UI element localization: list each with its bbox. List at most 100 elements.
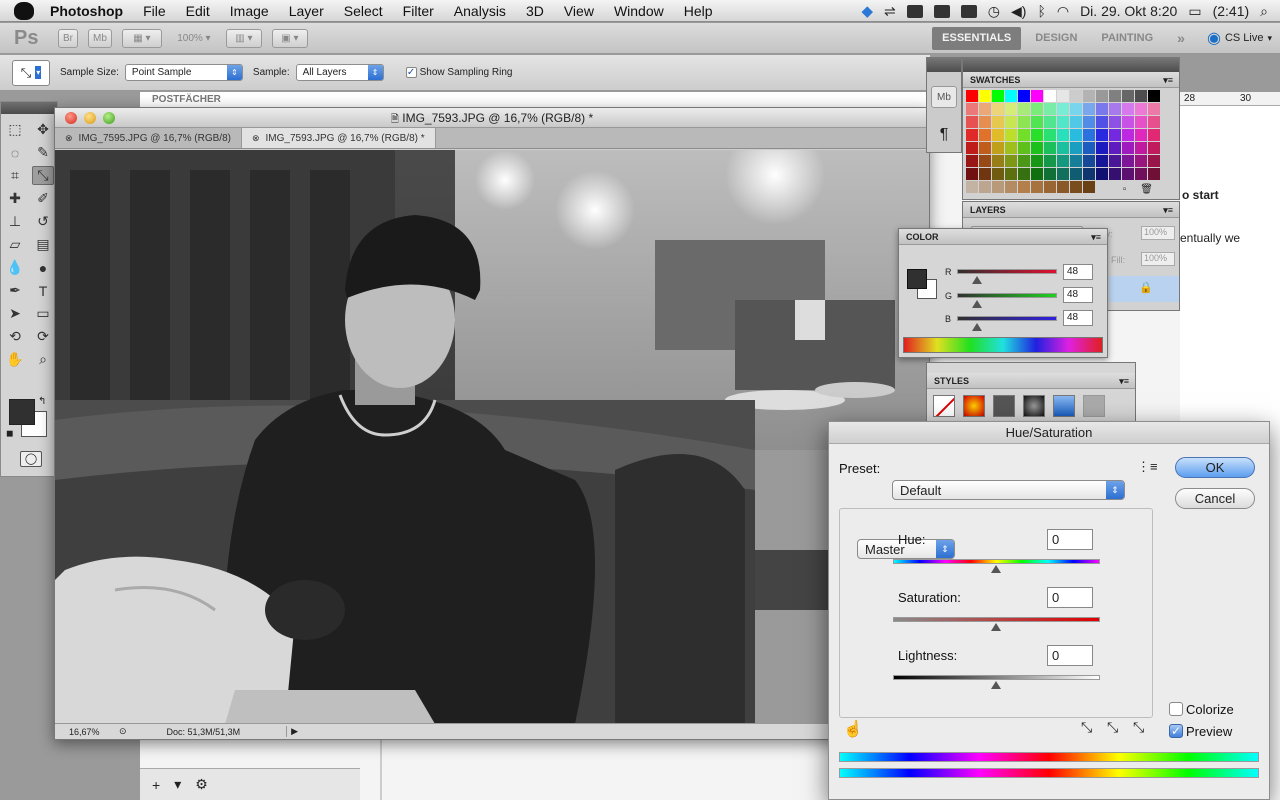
styles-tab[interactable]: STYLES ▾≡ [927,373,1135,389]
color-swatch[interactable] [1096,129,1108,141]
color-swatch[interactable] [1148,168,1160,180]
color-swatch[interactable] [1083,142,1095,154]
color-ramp[interactable] [903,337,1103,353]
r-slider-thumb[interactable] [972,276,982,284]
battery-icon[interactable]: ▭ [1188,3,1201,20]
color-swatch[interactable] [1083,168,1095,180]
color-swatch[interactable] [1057,142,1069,154]
color-swatch[interactable] [1148,116,1160,128]
color-swatch[interactable] [966,181,978,193]
clone-stamp-tool-icon[interactable]: ⊥ [4,212,26,231]
sample-size-dropdown[interactable]: Point Sample ⇕ [124,64,243,81]
eyedropper-add-icon[interactable]: ⤡ [1107,719,1118,736]
color-swatch[interactable] [966,142,978,154]
color-swatch[interactable] [1031,142,1043,154]
time-machine-icon[interactable]: ◷ [988,3,1000,20]
new-swatch-icon[interactable]: ▫ [1123,184,1127,195]
on-image-adjust-hand-icon[interactable]: ☝ [843,719,863,739]
show-sampling-ring-label[interactable]: Show Sampling Ring [420,67,513,78]
color-swatch[interactable] [1057,103,1069,115]
cs-live-button[interactable]: CS Live [1225,32,1264,44]
move-tool-icon[interactable]: ✥ [32,120,54,139]
color-swatch[interactable] [1044,129,1056,141]
panel-menu-icon[interactable]: ▾≡ [1163,202,1173,218]
color-swatch[interactable] [1109,168,1121,180]
menu-edit[interactable]: Edit [176,3,220,19]
style-preset-icon[interactable] [1023,395,1045,417]
color-swatch[interactable] [1070,103,1082,115]
hue-input[interactable]: 0 [1047,529,1093,550]
color-foreground-swatch-top[interactable] [907,269,927,289]
color-swatch[interactable] [1135,155,1147,167]
blur-tool-icon[interactable]: 💧 [4,258,26,277]
eyedropper-subtract-icon[interactable]: ⤡ [1133,719,1144,736]
style-preset-icon[interactable] [1053,395,1075,417]
color-swatch[interactable] [992,168,1004,180]
color-swatch[interactable] [992,116,1004,128]
color-swatch[interactable] [1083,116,1095,128]
colorize-checkbox[interactable] [1169,702,1183,716]
mini-bridge-button[interactable]: Mb [88,28,112,48]
panel-menu-icon[interactable]: ▾≡ [1091,229,1101,245]
color-swatch[interactable] [979,142,991,154]
color-swatch[interactable] [992,142,1004,154]
quick-mask-icon[interactable]: ◯ [20,451,42,467]
color-swatch[interactable] [1057,168,1069,180]
menu-3d[interactable]: 3D [516,3,554,19]
color-swatch[interactable] [966,155,978,167]
workspace-design[interactable]: DESIGN [1025,27,1087,50]
color-swatch[interactable] [1031,129,1043,141]
color-swatch[interactable] [1005,103,1017,115]
default-colors-icon[interactable]: ◼ [6,428,13,439]
add-button[interactable]: + [152,777,160,793]
style-preset-icon[interactable] [1083,395,1105,417]
color-swatch[interactable] [1031,90,1043,102]
color-tab[interactable]: COLOR ▾≡ [899,229,1107,245]
marquee-tool-icon[interactable]: ⬚ [4,120,26,139]
color-swatch[interactable] [1005,90,1017,102]
sync-icon[interactable]: ⇌ [884,3,896,20]
status-menu-icon[interactable]: ⊙ [119,726,127,737]
color-swatch[interactable] [1044,103,1056,115]
color-swatch[interactable] [1070,155,1082,167]
b-value-input[interactable]: 48 [1063,310,1093,326]
hand-tool-icon[interactable]: ✋ [4,350,26,369]
color-swatch[interactable] [1070,90,1082,102]
type-tool-icon[interactable]: T [32,281,54,300]
color-swatch[interactable] [966,90,978,102]
b-slider[interactable] [957,316,1057,321]
color-swatch[interactable] [1018,129,1030,141]
shape-tool-icon[interactable]: ▭ [32,304,54,323]
bluetooth-icon[interactable]: ᛒ [1037,3,1045,19]
path-selection-tool-icon[interactable]: ➤ [4,304,26,323]
color-swatch[interactable] [1018,155,1030,167]
menu-file[interactable]: File [133,3,176,19]
swatch-grid[interactable] [966,90,1179,193]
g-slider[interactable] [957,293,1057,298]
g-slider-thumb[interactable] [972,300,982,308]
color-swatch[interactable] [1096,90,1108,102]
colorize-label[interactable]: Colorize [1186,702,1234,717]
dropdown-icon[interactable]: ▾ [174,776,181,793]
chevron-down-icon[interactable]: ▾ [1267,33,1272,44]
healing-brush-tool-icon[interactable]: ✚ [4,189,26,208]
sample-dropdown[interactable]: All Layers ⇕ [295,64,384,81]
color-swatch[interactable] [1135,103,1147,115]
color-swatch[interactable] [1044,90,1056,102]
pen-tool-icon[interactable]: ✒ [4,281,26,300]
color-swatch[interactable] [992,90,1004,102]
color-swatch[interactable] [1109,90,1121,102]
color-swatch[interactable] [1057,116,1069,128]
tab-img-7593[interactable]: ⊗ IMG_7593.JPG @ 16,7% (RGB/8) * [241,128,436,148]
battery-meter-icon[interactable] [906,4,923,18]
color-swatch[interactable] [979,90,991,102]
swap-colors-icon[interactable]: ↰ [38,396,46,407]
color-swatch[interactable] [1135,129,1147,141]
color-swatch[interactable] [1122,116,1134,128]
color-swatch[interactable] [1057,181,1069,193]
color-swatch[interactable] [1031,168,1043,180]
volume-icon[interactable]: ◀) [1011,3,1026,20]
color-swatch[interactable] [1148,90,1160,102]
mini-bridge-panel-button[interactable]: Mb [931,86,957,108]
dialog-title[interactable]: Hue/Saturation [829,422,1269,444]
